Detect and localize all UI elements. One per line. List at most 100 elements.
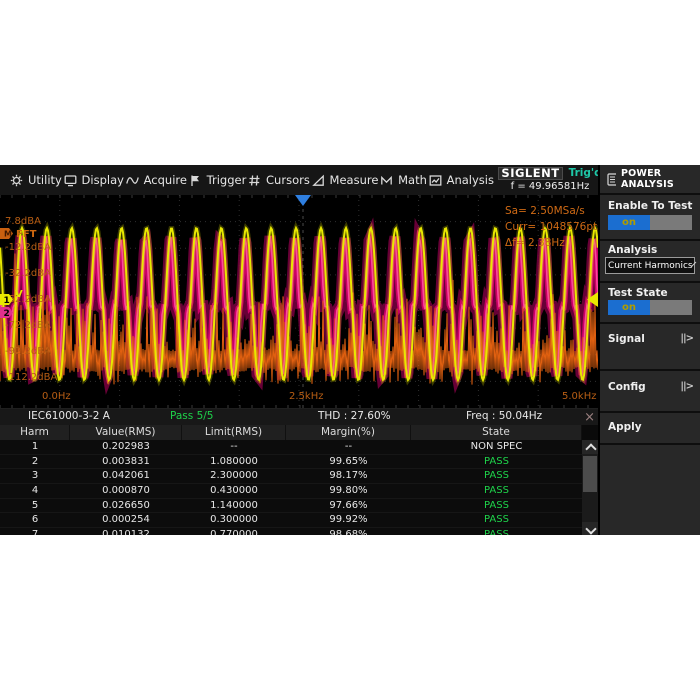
config-menu-item[interactable]: Config bbox=[608, 381, 646, 393]
column-header: Limit(RMS) bbox=[182, 425, 286, 440]
trigger-level-marker[interactable] bbox=[587, 292, 598, 307]
state-badge: NON SPEC bbox=[411, 440, 582, 454]
display-icon bbox=[64, 174, 77, 187]
harm-cell: 3 bbox=[0, 469, 70, 483]
toggle-off-state bbox=[650, 300, 692, 315]
pass-summary: Pass 5/5 bbox=[170, 410, 213, 422]
limit-cell: 2.300000 bbox=[182, 469, 286, 483]
value-cell: 0.026650 bbox=[70, 499, 182, 513]
harm-cell: 1 bbox=[0, 440, 70, 454]
harm-cell: 2 bbox=[0, 455, 70, 469]
menu-item-measure[interactable]: Measure bbox=[312, 173, 379, 187]
freq-axis-mid: 2.5kHz bbox=[289, 391, 323, 402]
column-header: Margin(%) bbox=[286, 425, 411, 440]
table-header-row: HarmValue(RMS)Limit(RMS)Margin(%)State bbox=[0, 425, 582, 440]
fft-scale-label: -112.2dBA bbox=[5, 372, 57, 383]
scrollbar-thumb[interactable] bbox=[583, 456, 597, 492]
expand-icon: ||> bbox=[680, 381, 693, 392]
gear-icon bbox=[10, 174, 23, 187]
margin-cell: 97.66% bbox=[286, 499, 411, 513]
value-cell: 0.202983 bbox=[70, 440, 182, 454]
menu-item-utility[interactable]: Utility bbox=[10, 173, 62, 187]
table-row[interactable]: 70.0101320.77000098.68%PASS bbox=[0, 528, 582, 535]
analysis-dropdown[interactable]: Current Harmonics bbox=[605, 257, 695, 274]
chevron-up-icon bbox=[585, 443, 596, 454]
test-state-toggle[interactable]: on bbox=[608, 300, 692, 315]
table-row[interactable]: 10.202983----NON SPEC bbox=[0, 440, 582, 455]
value-cell: 0.042061 bbox=[70, 469, 182, 483]
power-analysis-panel: POWER ANALYSIS Enable To Test on Analysi… bbox=[598, 165, 700, 535]
margin-cell: 98.17% bbox=[286, 469, 411, 483]
chevron-down-icon bbox=[585, 523, 596, 534]
menu-item-label: Utility bbox=[28, 173, 62, 187]
divider bbox=[600, 281, 700, 283]
limit-cell: 0.770000 bbox=[182, 528, 286, 535]
table-body: 10.202983----NON SPEC20.0038311.08000099… bbox=[0, 440, 582, 535]
apply-button[interactable]: Apply bbox=[608, 421, 642, 433]
scroll-up-button[interactable] bbox=[582, 440, 598, 454]
menu-item-cursors[interactable]: Cursors bbox=[248, 173, 310, 187]
enable-to-test-toggle[interactable]: on bbox=[608, 215, 692, 230]
trigger-frequency-readout: f = 49.96581Hz bbox=[502, 181, 598, 192]
sample-rate-readout: Sa= 2.50MSa/s bbox=[505, 203, 603, 219]
table-row[interactable]: 60.0002540.30000099.92%PASS bbox=[0, 513, 582, 528]
menu-item-math[interactable]: Math bbox=[380, 173, 427, 187]
menu-item-label: Math bbox=[398, 173, 427, 187]
state-badge: PASS bbox=[411, 513, 582, 527]
divider bbox=[600, 443, 700, 445]
menu-item-acquire[interactable]: Acquire bbox=[126, 173, 187, 187]
channel2-position-marker[interactable]: 2 bbox=[0, 307, 14, 318]
margin-cell: 99.80% bbox=[286, 484, 411, 498]
table-scrollbar[interactable] bbox=[582, 440, 598, 535]
brand-block: SIGLENT Trig'd f = 49.96581Hz bbox=[502, 166, 598, 194]
measure-icon bbox=[312, 174, 325, 187]
table-row[interactable]: 20.0038311.08000099.65%PASS bbox=[0, 455, 582, 470]
fft-scale-label: 7.8dBA bbox=[5, 216, 41, 227]
fft-scale-label: -72.2dBA bbox=[5, 320, 51, 331]
column-header: State bbox=[411, 425, 582, 440]
brand-logo: SIGLENT bbox=[498, 167, 562, 180]
state-badge: PASS bbox=[411, 528, 582, 535]
margin-cell: -- bbox=[286, 440, 411, 454]
margin-cell: 99.92% bbox=[286, 513, 411, 527]
divider bbox=[600, 369, 700, 371]
svg-text:2: 2 bbox=[4, 309, 10, 318]
menu-item-trigger[interactable]: Trigger bbox=[189, 173, 247, 187]
freq-axis-start: 0.0Hz bbox=[42, 391, 71, 402]
fft-scale-label: -12.2dBA bbox=[5, 242, 51, 253]
state-badge: PASS bbox=[411, 455, 582, 469]
harmonics-table: IEC61000-3-2 A Pass 5/5 THD : 27.60% Fre… bbox=[0, 408, 598, 535]
fft-scale-label: -32.2dBA bbox=[5, 268, 51, 279]
acquisition-readout: Sa= 2.50MSa/s Curr= 1048576pts Δf= 2.38H… bbox=[505, 203, 603, 251]
state-badge: PASS bbox=[411, 499, 582, 513]
test-state-label: Test State bbox=[608, 287, 668, 299]
scroll-down-button[interactable] bbox=[582, 522, 598, 535]
value-cell: 0.003831 bbox=[70, 455, 182, 469]
fft-trace-position-marker[interactable]: M bbox=[0, 228, 14, 239]
channel1-position-marker[interactable]: 1 bbox=[0, 294, 14, 305]
waveform-display[interactable]: M FFT 7.8dBA-12.2dBA-32.2dBA-52.2dBA-72.… bbox=[0, 195, 598, 408]
column-header: Harm bbox=[0, 425, 70, 440]
panel-title: POWER ANALYSIS bbox=[621, 168, 700, 190]
close-icon[interactable]: × bbox=[584, 410, 595, 425]
limit-cell: 1.140000 bbox=[182, 499, 286, 513]
table-row[interactable]: 30.0420612.30000098.17%PASS bbox=[0, 469, 582, 484]
table-row[interactable]: 40.0008700.43000099.80%PASS bbox=[0, 484, 582, 499]
trigger-flag-icon bbox=[189, 174, 202, 187]
divider bbox=[600, 193, 700, 195]
margin-cell: 99.65% bbox=[286, 455, 411, 469]
menu-item-analysis[interactable]: Analysis bbox=[429, 173, 494, 187]
table-row[interactable]: 50.0266501.14000097.66%PASS bbox=[0, 499, 582, 514]
menu-bar: UtilityDisplay AcquireTriggerCursorsMeasu… bbox=[0, 165, 598, 196]
freq-readout: Freq : 50.04Hz bbox=[466, 410, 542, 422]
limit-cell: 0.300000 bbox=[182, 513, 286, 527]
standard-name: IEC61000-3-2 A bbox=[28, 410, 110, 422]
value-cell: 0.010132 bbox=[70, 528, 182, 535]
value-cell: 0.000870 bbox=[70, 484, 182, 498]
signal-menu-item[interactable]: Signal bbox=[608, 333, 645, 345]
toggle-off-state bbox=[650, 215, 692, 230]
menu-item-display[interactable]: Display bbox=[64, 173, 124, 187]
menu-item-label: Analysis bbox=[447, 173, 494, 187]
menu-item-label: Acquire bbox=[144, 173, 187, 187]
value-cell: 0.000254 bbox=[70, 513, 182, 527]
